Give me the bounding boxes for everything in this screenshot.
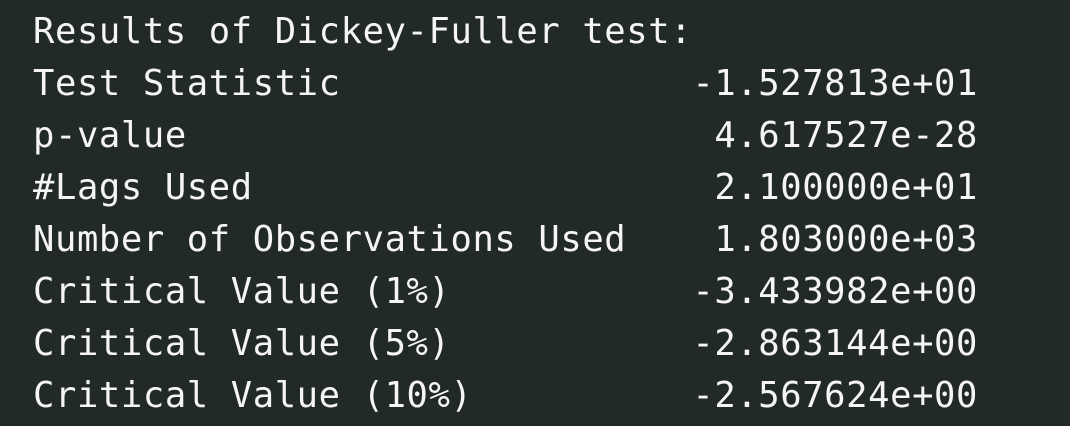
result-label: Critical Value (5%) <box>33 323 451 364</box>
result-row-critical-value-5: Critical Value (5%) -2.863144e+00 <box>0 318 1070 370</box>
result-label: Number of Observations Used <box>33 219 627 260</box>
result-value: 1.803000e+03 <box>714 219 978 260</box>
result-row-p-value: p-value 4.617527e-28 <box>0 110 1070 162</box>
result-label: #Lags Used <box>33 167 253 208</box>
result-row-critical-value-10: Critical Value (10%) -2.567624e+00 <box>0 370 1070 422</box>
result-label: Test Statistic <box>33 63 341 104</box>
result-label: Critical Value (10%) <box>33 375 473 416</box>
result-row-lags-used: #Lags Used 2.100000e+01 <box>0 162 1070 214</box>
result-value: 2.100000e+01 <box>714 167 978 208</box>
result-value: -2.863144e+00 <box>692 323 978 364</box>
output-panel: Results of Dickey-Fuller test: Test Stat… <box>0 0 1070 426</box>
output-header: Results of Dickey-Fuller test: <box>33 11 693 52</box>
result-row-critical-value-1: Critical Value (1%) -3.433982e+00 <box>0 266 1070 318</box>
result-value: -1.527813e+01 <box>692 63 978 104</box>
result-label: p-value <box>33 115 187 156</box>
result-row-test-statistic: Test Statistic -1.527813e+01 <box>0 58 1070 110</box>
result-value: -3.433982e+00 <box>692 271 978 312</box>
result-label: Critical Value (1%) <box>33 271 451 312</box>
result-value: 4.617527e-28 <box>714 115 978 156</box>
result-value: -2.567624e+00 <box>692 375 978 416</box>
output-header-line: Results of Dickey-Fuller test: <box>0 6 1070 58</box>
result-row-observations-used: Number of Observations Used 1.803000e+03 <box>0 214 1070 266</box>
